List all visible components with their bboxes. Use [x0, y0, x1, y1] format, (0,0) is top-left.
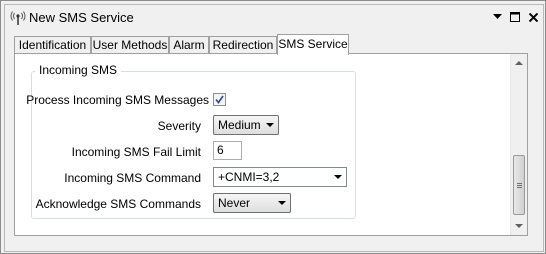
- severity-value: Medium: [218, 118, 261, 132]
- checkmark-icon: [215, 95, 224, 104]
- tab-user-methods[interactable]: User Methods: [91, 36, 169, 53]
- maximize-icon[interactable]: [509, 9, 521, 25]
- command-label: Incoming SMS Command: [64, 171, 201, 185]
- antenna-icon: [10, 10, 27, 26]
- severity-select[interactable]: Medium: [213, 115, 279, 135]
- grip-line: [517, 187, 522, 188]
- ack-select[interactable]: Never: [213, 193, 291, 213]
- tab-redirection[interactable]: Redirection: [209, 36, 277, 53]
- tab-alarm[interactable]: Alarm: [169, 36, 209, 53]
- grip-line: [517, 183, 522, 184]
- command-value: +CNMI=3,2: [218, 170, 280, 184]
- title-buttons: [491, 9, 539, 25]
- scroll-up-icon[interactable]: [515, 61, 523, 65]
- dropdown-arrow-icon[interactable]: [491, 9, 503, 25]
- scroll-content: Incoming SMS Process Incoming SMS Messag…: [15, 54, 511, 235]
- title-bar[interactable]: New SMS Service: [5, 5, 543, 31]
- command-combo[interactable]: +CNMI=3,2: [213, 167, 347, 187]
- grip-line: [517, 185, 522, 186]
- window-title: New SMS Service: [29, 10, 134, 25]
- tab-panel: Incoming SMS Process Incoming SMS Messag…: [14, 53, 528, 236]
- tab-identification[interactable]: Identification: [14, 36, 91, 53]
- close-icon[interactable]: [527, 9, 539, 25]
- ack-value: Never: [218, 196, 251, 210]
- ack-label: Acknowledge SMS Commands: [35, 197, 201, 211]
- process-sms-checkbox[interactable]: [213, 93, 226, 106]
- scrollbar-thumb[interactable]: [513, 155, 525, 215]
- chevron-down-icon: [278, 201, 286, 205]
- vertical-scrollbar[interactable]: [510, 54, 527, 235]
- process-sms-label: Process Incoming SMS Messages: [26, 93, 209, 107]
- group-title: Incoming SMS: [35, 63, 122, 77]
- scroll-down-icon[interactable]: [515, 224, 523, 228]
- chevron-down-icon[interactable]: [334, 175, 342, 179]
- fail-limit-label: Incoming SMS Fail Limit: [71, 145, 201, 159]
- tab-sms-service[interactable]: SMS Service: [277, 34, 349, 55]
- chevron-down-icon: [266, 123, 274, 127]
- severity-label: Severity: [157, 119, 201, 133]
- fail-limit-field[interactable]: 6: [213, 141, 242, 160]
- dialog-window: New SMS Service Identification User Meth…: [0, 0, 546, 254]
